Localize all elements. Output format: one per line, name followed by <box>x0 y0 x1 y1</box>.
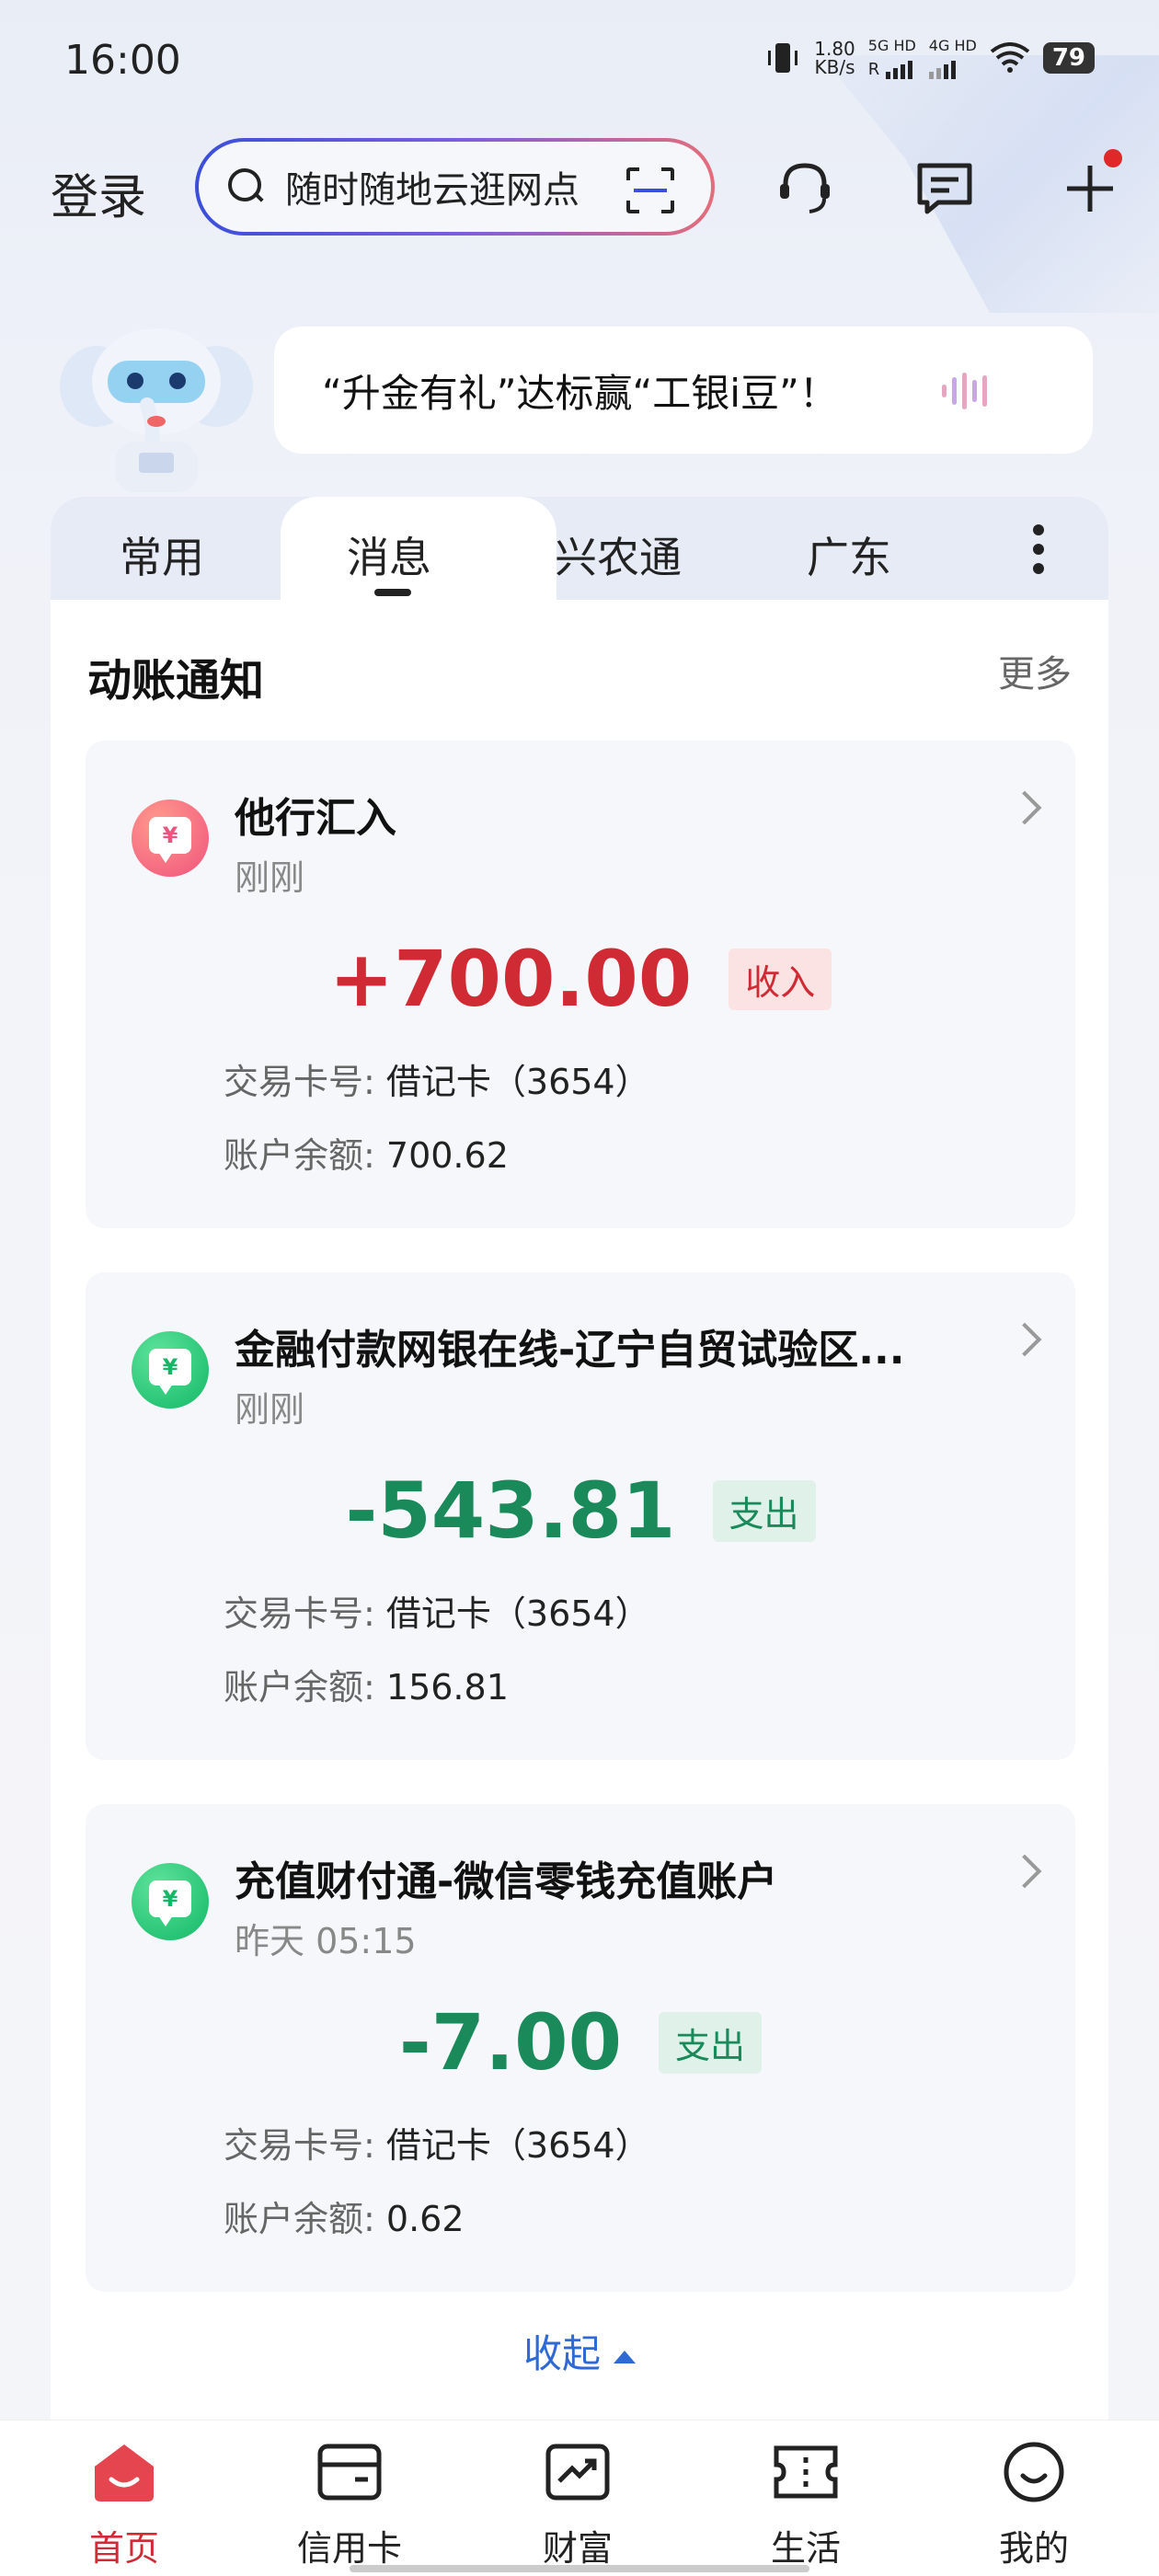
notice-amount: -7.00 <box>398 1997 623 2087</box>
sim1-signal: 5G HD R <box>867 37 916 79</box>
promo-banner[interactable]: “升金有礼”达标赢“工银i豆”！ <box>274 327 1093 454</box>
credit-card-icon <box>317 2444 382 2501</box>
notice-amount: -543.81 <box>345 1466 676 1556</box>
tab-bar: 常用 消息 兴农通 广东 <box>51 497 1108 600</box>
active-tab-indicator <box>374 589 411 596</box>
notice-amount: +700.00 <box>328 934 693 1024</box>
tab-common[interactable]: 常用 <box>120 524 204 585</box>
plus-button[interactable] <box>1058 149 1122 221</box>
collapse-button[interactable]: 收起 <box>51 2323 1108 2379</box>
sim2-signal: 4G HD <box>928 37 977 79</box>
search-placeholder[interactable]: 随时随地云逛网点 <box>285 160 580 213</box>
bottom-nav: 首页 信用卡 财富 生活 我的 <box>0 2420 1159 2576</box>
section-more-link[interactable]: 更多 <box>998 644 1072 697</box>
income-message-icon: ¥ <box>132 799 209 877</box>
profile-smile-icon <box>1004 2442 1064 2502</box>
network-speed: 1.80 KB/s <box>814 38 855 78</box>
card-number-row: 交易卡号: 借记卡（3654） <box>224 1062 650 1102</box>
card-number-row: 交易卡号: 借记卡（3654） <box>224 1593 650 1634</box>
battery-indicator: 79 <box>1042 42 1095 74</box>
balance-row: 账户余额: 156.81 <box>224 1667 509 1708</box>
signal-bars-icon: R <box>868 55 916 79</box>
balance-row: 账户余额: 700.62 <box>224 1135 509 1176</box>
nav-profile[interactable]: 我的 <box>970 2439 1098 2570</box>
notice-time: 刚刚 <box>235 857 305 898</box>
chevron-right-icon <box>1007 1854 1042 1889</box>
notice-title: 金融付款网银在线-辽宁自贸试验区... <box>235 1327 905 1374</box>
wifi-icon <box>990 42 1030 73</box>
notice-title: 他行汇入 <box>235 795 396 842</box>
search-icon <box>228 168 265 205</box>
tab-xingnongtong[interactable]: 兴农通 <box>555 524 682 585</box>
vibrate-icon <box>768 43 798 73</box>
wealth-chart-icon <box>545 2444 610 2501</box>
signal-bars-icon <box>928 55 977 79</box>
login-button[interactable]: 登录 <box>51 158 146 227</box>
notification-dot <box>1104 149 1122 167</box>
expense-message-icon: ¥ <box>132 1863 209 1940</box>
status-time: 16:00 <box>64 37 181 84</box>
nav-wealth[interactable]: 财富 <box>513 2439 642 2570</box>
amount-row: +700.00 收入 <box>86 934 1075 1024</box>
triangle-up-icon <box>614 2350 636 2363</box>
expense-message-icon: ¥ <box>132 1331 209 1409</box>
nav-home[interactable]: 首页 <box>60 2439 189 2570</box>
promo-text[interactable]: “升金有礼”达标赢“工银i豆”！ <box>322 362 838 419</box>
message-panel: 常用 消息 兴农通 广东 动账通知 更多 ¥ 他行汇入 刚刚 +700.00 收… <box>51 497 1108 2420</box>
status-icons: 1.80 KB/s 5G HD R 4G HD 79 <box>764 37 1095 79</box>
nav-credit-card[interactable]: 信用卡 <box>285 2439 414 2570</box>
home-indicator <box>350 2565 809 2572</box>
amount-row: -7.00 支出 <box>86 1997 1075 2087</box>
expense-tag: 支出 <box>659 2011 763 2074</box>
tab-messages[interactable]: 消息 <box>347 524 431 585</box>
nav-life[interactable]: 生活 <box>741 2439 870 2570</box>
amount-row: -543.81 支出 <box>86 1466 1075 1556</box>
notice-card[interactable]: ¥ 他行汇入 刚刚 +700.00 收入 交易卡号: 借记卡（3654） 账户余… <box>86 741 1075 1228</box>
notice-time: 刚刚 <box>235 1389 305 1430</box>
more-tabs-icon[interactable] <box>1033 524 1044 574</box>
tab-guangdong[interactable]: 广东 <box>807 524 891 585</box>
notice-title: 充值财付通-微信零钱充值账户 <box>235 1858 778 1905</box>
balance-row: 账户余额: 0.62 <box>224 2199 465 2239</box>
notice-card[interactable]: ¥ 金融付款网银在线-辽宁自贸试验区... 刚刚 -543.81 支出 交易卡号… <box>86 1272 1075 1760</box>
section-title: 动账通知 <box>87 655 265 707</box>
header: 登录 随时随地云逛网点 <box>0 138 1159 239</box>
message-icon[interactable] <box>912 156 977 221</box>
search-bar[interactable]: 随时随地云逛网点 <box>195 138 715 236</box>
chevron-right-icon <box>1007 1322 1042 1357</box>
status-bar: 16:00 1.80 KB/s 5G HD R 4G HD 79 <box>0 0 1159 124</box>
card-number-row: 交易卡号: 借记卡（3654） <box>224 2125 650 2166</box>
customer-service-icon[interactable] <box>773 156 837 221</box>
scan-icon[interactable] <box>626 167 674 213</box>
home-icon <box>95 2444 154 2501</box>
voice-wave-icon <box>942 373 987 409</box>
elephant-mascot-icon[interactable] <box>51 322 262 497</box>
expense-tag: 支出 <box>712 1479 816 1542</box>
notice-card[interactable]: ¥ 充值财付通-微信零钱充值账户 昨天 05:15 -7.00 支出 交易卡号:… <box>86 1804 1075 2292</box>
ticket-icon <box>774 2445 838 2499</box>
income-tag: 收入 <box>729 948 832 1010</box>
chevron-right-icon <box>1007 790 1042 825</box>
notice-time: 昨天 05:15 <box>235 1921 417 1961</box>
